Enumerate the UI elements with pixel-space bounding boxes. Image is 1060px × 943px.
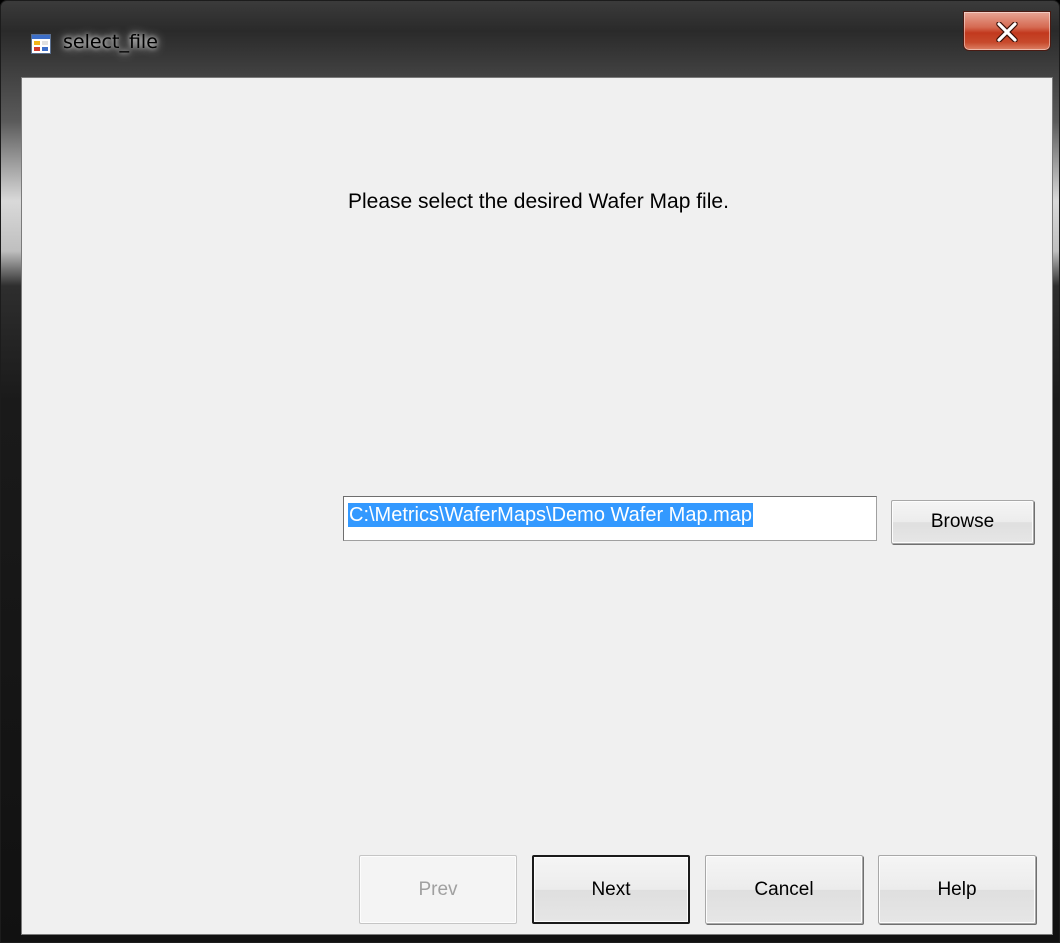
prev-button[interactable]: Prev — [359, 855, 517, 924]
file-path-value: C:\Metrics\WaferMaps\Demo Wafer Map.map — [348, 503, 754, 527]
help-button[interactable]: Help — [878, 855, 1036, 924]
cancel-button[interactable]: Cancel — [705, 855, 863, 924]
window-title: select_file — [63, 31, 158, 53]
instruction-label: Please select the desired Wafer Map file… — [348, 190, 729, 213]
file-path-input[interactable]: C:\Metrics\WaferMaps\Demo Wafer Map.map — [343, 496, 877, 541]
form-app-icon — [31, 34, 51, 54]
dialog-window: select_file Please select the desired Wa… — [0, 0, 1060, 943]
title-bar[interactable]: select_file — [1, 1, 1059, 77]
close-button[interactable] — [963, 11, 1051, 51]
next-button[interactable]: Next — [532, 855, 690, 924]
browse-button[interactable]: Browse — [891, 500, 1034, 544]
dialog-content: Please select the desired Wafer Map file… — [21, 77, 1053, 935]
